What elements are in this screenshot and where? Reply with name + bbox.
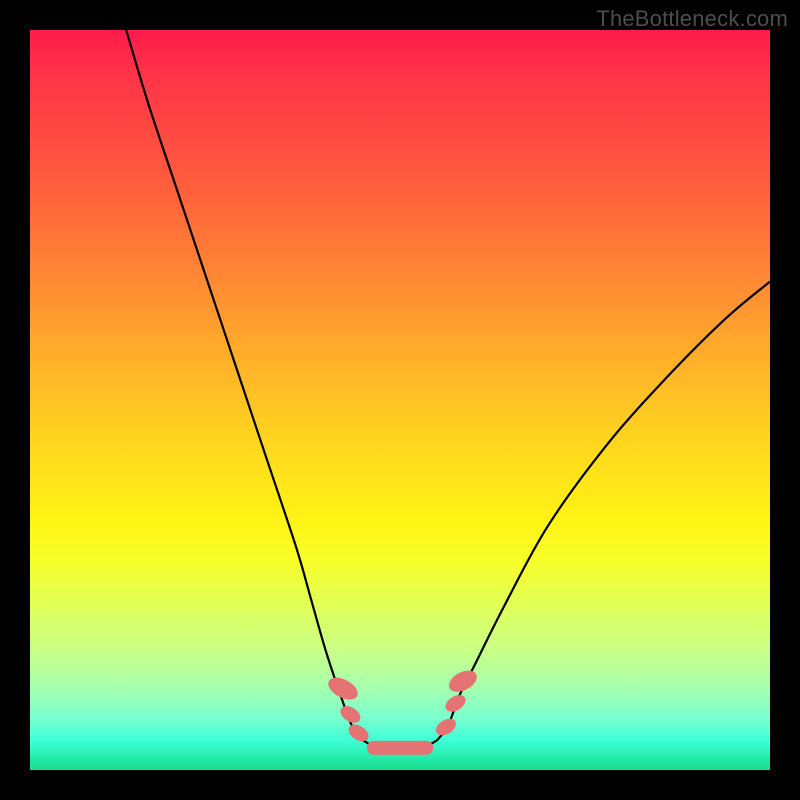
watermark-text: TheBottleneck.com <box>596 6 788 32</box>
right-curve-line <box>437 282 770 741</box>
plot-area <box>30 30 770 770</box>
marker-right-small-0 <box>433 715 459 739</box>
left-curve-line <box>126 30 363 740</box>
marker-right-small-1 <box>442 692 468 716</box>
chart-frame: TheBottleneck.com <box>0 0 800 800</box>
marker-left-small-0 <box>337 703 363 727</box>
marker-bottom-pill <box>367 741 434 755</box>
curve-svg <box>30 30 770 770</box>
marker-left-small-1 <box>346 721 372 745</box>
marker-right-big-0 <box>445 666 480 696</box>
marker-left-big-0 <box>325 673 362 704</box>
markers-group <box>325 666 481 755</box>
valley-line <box>363 740 437 748</box>
